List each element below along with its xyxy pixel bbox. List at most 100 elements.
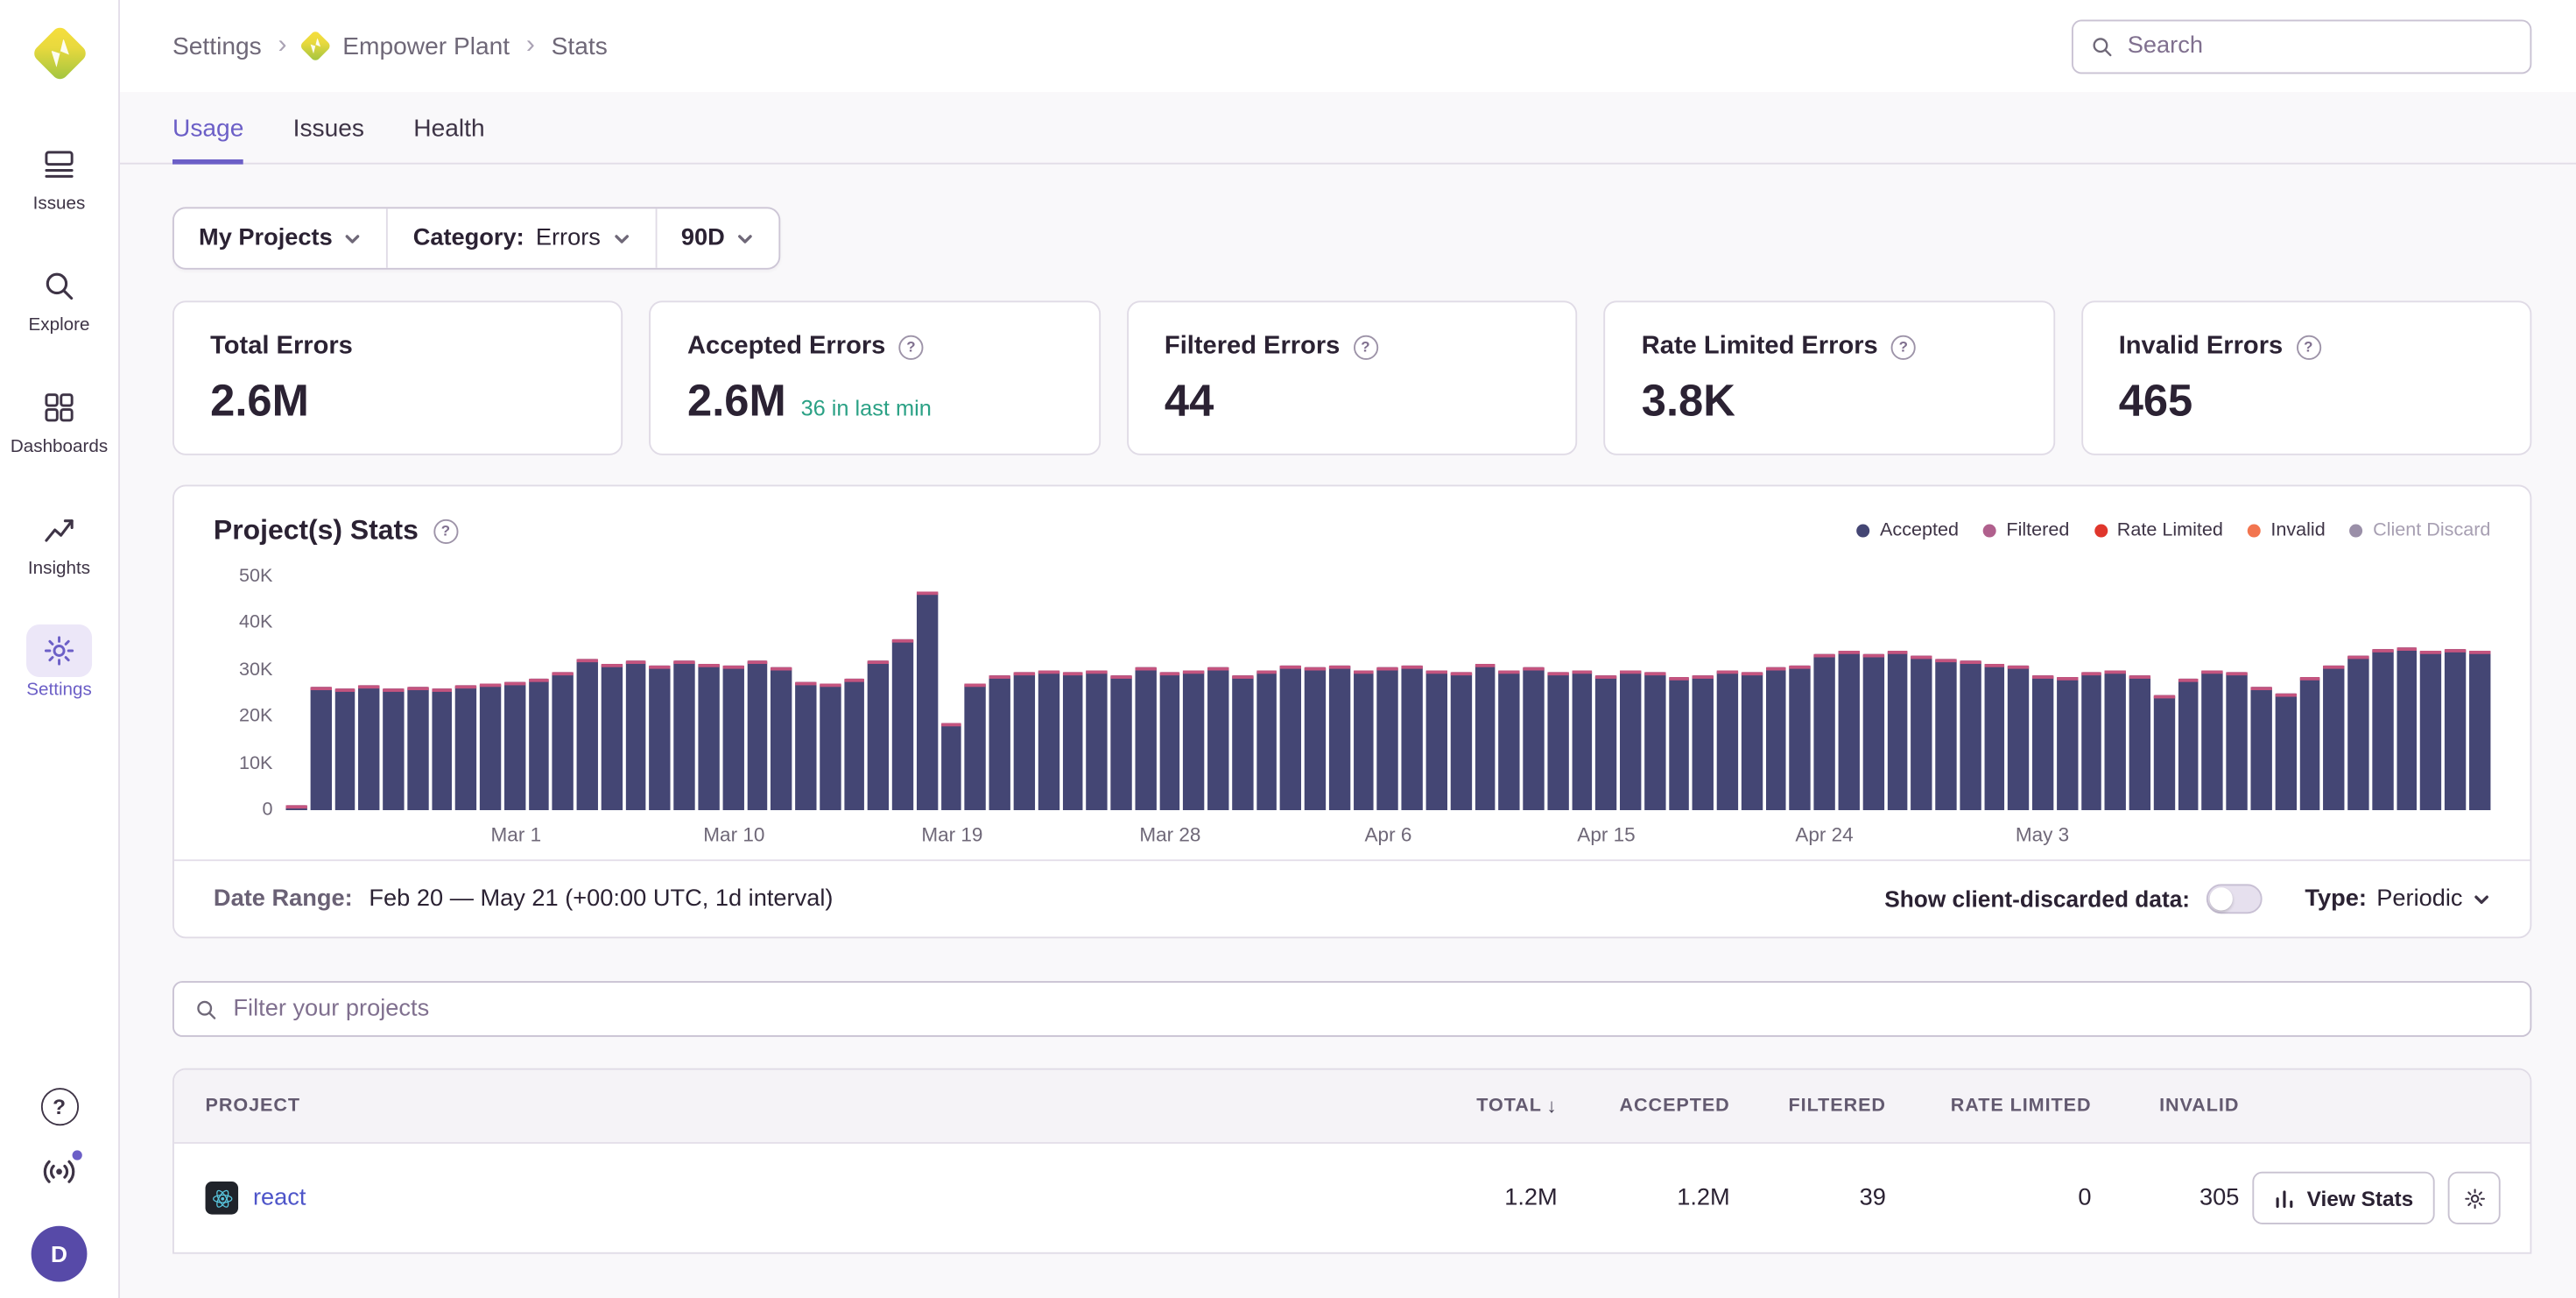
legend-label: Invalid bbox=[2270, 521, 2325, 541]
y-tick-label: 20K bbox=[210, 707, 272, 727]
sentry-logo[interactable] bbox=[26, 20, 92, 86]
cell-accepted: 1.2M bbox=[1560, 1185, 1733, 1211]
bar-cap bbox=[407, 687, 428, 690]
period-dropdown[interactable]: 90D bbox=[655, 208, 779, 268]
chart-bar bbox=[2081, 673, 2102, 810]
search-input[interactable] bbox=[2128, 33, 2514, 60]
info-icon[interactable]: ? bbox=[2296, 335, 2320, 359]
chart-bar bbox=[1207, 668, 1228, 811]
whats-new-button[interactable] bbox=[39, 1152, 79, 1199]
type-dropdown[interactable]: Type: Periodic bbox=[2305, 885, 2490, 912]
notification-dot bbox=[71, 1149, 84, 1162]
tab-issues[interactable]: Issues bbox=[293, 92, 364, 165]
user-avatar[interactable]: D bbox=[32, 1226, 88, 1282]
chart-bar bbox=[747, 660, 768, 810]
bar-cap bbox=[722, 666, 743, 669]
chart-title: Project(s) Stats bbox=[214, 514, 419, 547]
breadcrumb-settings[interactable]: Settings bbox=[172, 32, 262, 60]
chart-bar bbox=[553, 673, 574, 810]
sidebar-item-explore[interactable]: Explore bbox=[26, 259, 92, 335]
view-stats-button[interactable]: View Stats bbox=[2253, 1172, 2435, 1224]
chart-bar bbox=[1110, 674, 1131, 810]
column-filtered: FILTERED bbox=[1733, 1096, 1889, 1116]
legend-label: Filtered bbox=[2006, 521, 2069, 541]
help-icon[interactable]: ? bbox=[40, 1088, 78, 1125]
legend-dot bbox=[2094, 525, 2108, 538]
bar-cap bbox=[1717, 670, 1738, 674]
stat-title: Filtered Errors bbox=[1165, 332, 1340, 362]
chart-bar bbox=[334, 688, 355, 810]
gear-icon bbox=[2462, 1186, 2487, 1210]
bar-cap bbox=[1499, 670, 1520, 674]
stat-subtext: 36 in last min bbox=[801, 396, 932, 420]
client-discard-toggle[interactable] bbox=[2206, 884, 2263, 914]
stat-card-rate-limited-errors: Rate Limited Errors? 3.8K bbox=[1604, 300, 2055, 455]
info-icon[interactable]: ? bbox=[1891, 335, 1916, 359]
bar-cap bbox=[1960, 660, 1981, 664]
chart-bar bbox=[698, 663, 719, 810]
project-settings-button[interactable] bbox=[2448, 1172, 2501, 1224]
bar-cap bbox=[1475, 663, 1496, 667]
legend-item-invalid[interactable]: Invalid bbox=[2248, 521, 2326, 541]
bar-cap bbox=[1572, 670, 1593, 674]
tab-usage[interactable]: Usage bbox=[172, 92, 243, 165]
chart-bar bbox=[1087, 670, 1108, 810]
column-invalid: INVALID bbox=[2094, 1096, 2242, 1116]
legend-item-accepted[interactable]: Accepted bbox=[1857, 521, 1959, 541]
bar-cap bbox=[698, 663, 719, 667]
x-tick-label: Mar 1 bbox=[491, 823, 542, 846]
bar-cap bbox=[1790, 666, 1811, 669]
bar-cap bbox=[868, 660, 889, 664]
chart-bar bbox=[2299, 677, 2320, 810]
bar-cap bbox=[553, 673, 574, 676]
line-chart-icon bbox=[26, 503, 92, 555]
issues-icon bbox=[26, 138, 92, 191]
info-icon[interactable]: ? bbox=[433, 518, 458, 543]
bar-cap bbox=[1135, 668, 1156, 672]
bar-cap bbox=[1887, 652, 1908, 655]
tab-bar: Usage Issues Health bbox=[120, 92, 2576, 165]
bar-cap bbox=[1110, 674, 1131, 678]
breadcrumb-project[interactable]: Empower Plant bbox=[342, 32, 510, 60]
bar-cap bbox=[795, 681, 816, 685]
bar-cap bbox=[1038, 670, 1059, 674]
info-icon[interactable]: ? bbox=[898, 335, 923, 359]
bar-cap bbox=[1087, 670, 1108, 674]
legend-item-filtered[interactable]: Filtered bbox=[1983, 521, 2069, 541]
react-icon bbox=[206, 1182, 239, 1215]
toggle-knob bbox=[2210, 887, 2233, 910]
project-link[interactable]: react bbox=[253, 1185, 306, 1211]
legend-item-client-discard[interactable]: Client Discard bbox=[2350, 521, 2491, 541]
sidebar-item-issues[interactable]: Issues bbox=[26, 138, 92, 214]
bar-cap bbox=[383, 688, 404, 692]
chart-bar bbox=[504, 681, 525, 810]
my-projects-dropdown[interactable]: My Projects bbox=[174, 208, 387, 268]
info-icon[interactable]: ? bbox=[1353, 335, 1377, 359]
bar-cap bbox=[2299, 677, 2320, 681]
column-total-sort[interactable]: TOTAL↓ bbox=[1476, 1095, 1557, 1118]
chart-bar bbox=[1353, 670, 1374, 810]
bar-cap bbox=[1814, 654, 1835, 658]
project-filter[interactable] bbox=[172, 981, 2531, 1037]
category-dropdown[interactable]: Category: Errors bbox=[387, 208, 655, 268]
legend-label: Client Discard bbox=[2373, 521, 2490, 541]
bar-cap bbox=[2178, 680, 2199, 683]
sidebar-item-settings[interactable]: Settings bbox=[26, 624, 92, 700]
sidebar-item-insights[interactable]: Insights bbox=[26, 503, 92, 578]
global-search[interactable] bbox=[2072, 19, 2531, 74]
bar-cap bbox=[1280, 666, 1301, 669]
breadcrumb: Settings › Empower Plant › Stats bbox=[172, 32, 608, 61]
project-filter-input[interactable] bbox=[233, 996, 2510, 1022]
bar-cap bbox=[334, 688, 355, 691]
tab-health[interactable]: Health bbox=[413, 92, 484, 165]
legend-item-rate-limited[interactable]: Rate Limited bbox=[2094, 521, 2223, 541]
bar-cap bbox=[1547, 673, 1568, 676]
chart-bar bbox=[868, 660, 889, 810]
sidebar-bottom: ? D bbox=[32, 1088, 88, 1298]
bar-cap bbox=[2420, 652, 2441, 655]
chart-bar bbox=[1644, 673, 1665, 810]
bar-cap bbox=[504, 681, 525, 685]
stat-card-accepted-errors: Accepted Errors? 2.6M36 in last min bbox=[650, 300, 1101, 455]
main-area: Settings › Empower Plant › Stats Usage I… bbox=[120, 0, 2576, 1298]
sidebar-item-dashboards[interactable]: Dashboards bbox=[11, 381, 108, 456]
